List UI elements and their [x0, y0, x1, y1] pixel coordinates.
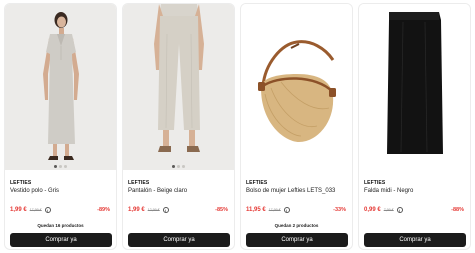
buy-now-button[interactable]: Comprar ya [364, 233, 466, 247]
original-price: 17,99 € [29, 208, 42, 212]
product-name[interactable]: Falda midi - Negro [364, 188, 413, 194]
price-row: 0,99 € 7,99 € i -88% [364, 206, 464, 214]
product-image[interactable] [359, 4, 470, 170]
black-skirt-image [387, 12, 443, 154]
pagination-dot[interactable] [182, 165, 185, 168]
product-price: 1,99 € [10, 207, 27, 213]
product-card[interactable]: LEFTIES Pantalón - Beige claro 1,99 € 12… [122, 3, 235, 250]
model-trousers-image [154, 4, 204, 152]
original-price: 12,99 € [147, 208, 160, 212]
stock-notice: Quedan 16 productos [37, 223, 84, 228]
pagination-dot[interactable] [172, 165, 175, 168]
info-icon[interactable]: i [162, 207, 169, 213]
info-icon[interactable]: i [396, 207, 403, 213]
discount-badge: -85% [215, 207, 228, 213]
product-brand: LEFTIES [128, 180, 150, 186]
product-grid: LEFTIES Vestido polo - Gris 1,99 € 17,99… [4, 3, 471, 251]
pagination-dot[interactable] [64, 165, 67, 168]
product-card[interactable]: LEFTIES Falda midi - Negro 0,99 € 7,99 €… [358, 3, 471, 250]
image-pagination [123, 165, 234, 168]
product-image[interactable] [241, 4, 352, 170]
product-price: 0,99 € [364, 207, 381, 213]
pagination-dot[interactable] [54, 165, 57, 168]
product-name[interactable]: Vestido polo - Gris [10, 188, 59, 194]
discount-badge: -33% [333, 207, 346, 213]
image-pagination [5, 165, 116, 168]
original-price: 7,99 € [383, 208, 394, 212]
info-icon[interactable]: i [44, 207, 51, 213]
pagination-dot[interactable] [177, 165, 180, 168]
product-image[interactable] [123, 4, 234, 170]
product-price: 1,99 € [128, 207, 145, 213]
buy-now-button[interactable]: Comprar ya [10, 233, 112, 247]
product-brand: LEFTIES [364, 180, 386, 186]
discount-badge: -89% [97, 207, 110, 213]
product-card[interactable]: LEFTIES Bolso de mujer Lefties LETS_033 … [240, 3, 353, 250]
buy-now-button[interactable]: Comprar ya [246, 233, 348, 247]
product-name[interactable]: Bolso de mujer Lefties LETS_033 [246, 188, 335, 194]
pagination-dot[interactable] [59, 165, 62, 168]
discount-badge: -88% [451, 207, 464, 213]
original-price: 17,99 € [268, 208, 281, 212]
product-brand: LEFTIES [10, 180, 32, 186]
product-price: 11,95 € [246, 207, 266, 213]
stock-notice: Quedan 2 productos [274, 223, 319, 228]
model-dress-image [43, 12, 79, 160]
raffia-bag-image [258, 40, 336, 142]
product-name[interactable]: Pantalón - Beige claro [128, 188, 187, 194]
price-row: 1,99 € 17,99 € i -89% [10, 206, 110, 214]
product-image[interactable] [5, 4, 116, 170]
product-card[interactable]: LEFTIES Vestido polo - Gris 1,99 € 17,99… [4, 3, 117, 250]
buy-now-button[interactable]: Comprar ya [128, 233, 230, 247]
price-row: 1,99 € 12,99 € i -85% [128, 206, 228, 214]
price-row: 11,95 € 17,99 € i -33% [246, 206, 346, 214]
info-icon[interactable]: i [283, 207, 290, 213]
product-brand: LEFTIES [246, 180, 268, 186]
